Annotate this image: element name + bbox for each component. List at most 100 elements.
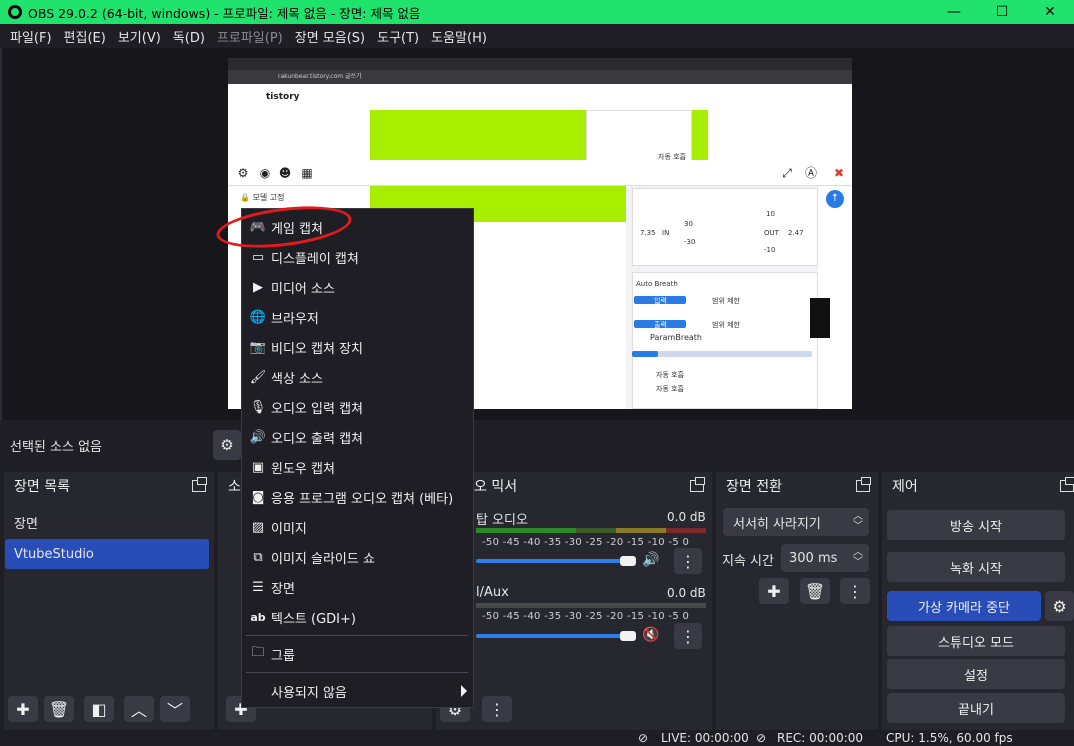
scene-move-down-button[interactable]: ﹀	[160, 696, 190, 722]
preview-site-logo: tistory	[266, 92, 300, 102]
speaker-icon[interactable]: 🔊	[642, 552, 659, 568]
menu-item-video-capture[interactable]: 📷 비디오 캡쳐 장치	[242, 332, 473, 362]
play-icon: ▶	[253, 279, 263, 295]
exit-button[interactable]: 끝내기	[887, 693, 1065, 723]
float-dock-icon[interactable]	[1060, 477, 1074, 492]
kebab-icon: ⋮	[680, 626, 696, 646]
settings-button[interactable]: 설정	[887, 659, 1065, 689]
menu-item-label: 미디어 소스	[271, 281, 335, 297]
add-scene-button[interactable]: ✚	[8, 696, 38, 722]
scene-item[interactable]: 장면	[5, 507, 209, 537]
remove-scene-button[interactable]: 🗑	[44, 696, 74, 722]
scene-filters-button[interactable]: ◧	[84, 696, 114, 722]
start-streaming-button[interactable]: 방송 시작	[887, 510, 1065, 540]
transition-menu-button[interactable]: ⋮	[840, 578, 870, 604]
menu-item-image[interactable]: ▨ 이미지	[242, 512, 473, 542]
menu-scene-collection[interactable]: 장면 모음(S)	[289, 27, 371, 46]
preview-v30: 30	[684, 220, 693, 228]
start-recording-button[interactable]: 녹화 시작	[887, 552, 1065, 582]
preview-translate-icon: Ⓐ	[804, 166, 817, 180]
title-bar: OBS 29.0.2 (64-bit, windows) - 프로파일: 제목 …	[0, 0, 1074, 24]
float-dock-icon[interactable]	[690, 477, 705, 492]
menu-profile[interactable]: 프로파일(P)	[211, 27, 289, 46]
source-properties-button[interactable]: ⚙	[213, 430, 241, 460]
submenu-arrow-icon	[461, 685, 467, 697]
preview-range-limit-2: 범위 제한	[712, 321, 740, 329]
duration-spinbox[interactable]: 300 ms ︿ ﹀	[781, 544, 869, 572]
float-dock-icon[interactable]	[192, 477, 207, 492]
close-window-button[interactable]: ✕	[1026, 0, 1074, 24]
mixer-meter-red	[666, 528, 706, 533]
mixer-volume-knob-aux[interactable]	[620, 631, 636, 641]
mixer-menu-button[interactable]: ⋮	[482, 696, 512, 722]
mixer-volume-knob[interactable]	[620, 556, 636, 566]
menu-item-browser[interactable]: 🌐 브라우저	[242, 302, 473, 332]
mixer-track-name-desktop: 탑 오디오	[476, 513, 528, 528]
scene-item-label: VtubeStudio	[14, 546, 94, 562]
menu-edit[interactable]: 편집(E)	[58, 27, 112, 46]
preview-v-30: -30	[684, 238, 696, 246]
menu-tools[interactable]: 도구(T)	[371, 27, 425, 46]
menu-item-color-source[interactable]: 🖌 색상 소스	[242, 362, 473, 392]
menu-item-window-capture[interactable]: ▣ 윈도우 캡쳐	[242, 452, 473, 482]
start-streaming-label: 방송 시작	[950, 519, 1002, 535]
menu-file[interactable]: 파일(F)	[4, 27, 58, 46]
minimize-button[interactable]: —	[930, 0, 978, 24]
scene-item-selected[interactable]: VtubeStudio	[5, 539, 209, 569]
microphone-icon: 🎙	[249, 399, 267, 415]
menu-item-group[interactable]: 🗀 그룹	[242, 639, 473, 669]
preview-range-label: 자동 호흡	[658, 153, 686, 161]
menu-item-deprecated[interactable]: 사용되지 않음	[242, 676, 473, 706]
preview-gear-icon: ⚙	[237, 166, 249, 180]
rec-icon: ⊘	[756, 731, 767, 745]
menu-help[interactable]: 도움말(H)	[425, 27, 493, 46]
preview-dark-block	[810, 298, 830, 338]
preview-output-label: 출력	[654, 321, 667, 329]
stop-virtual-camera-button[interactable]: 가상 카메라 중단	[887, 591, 1041, 621]
maximize-button[interactable]: ☐	[978, 0, 1026, 24]
live-timer: LIVE: 00:00:00	[661, 731, 749, 745]
remove-transition-button[interactable]: 🗑	[800, 578, 830, 604]
filter-icon: ◧	[91, 699, 107, 719]
duration-label: 지속 시간	[722, 554, 774, 569]
virtual-camera-settings-button[interactable]: ⚙	[1045, 591, 1074, 621]
menu-dock[interactable]: 독(D)	[167, 27, 211, 46]
menu-bar: 파일(F) 편집(E) 보기(V) 독(D) 프로파일(P) 장면 모음(S) …	[0, 24, 1074, 48]
menu-item-text[interactable]: ab 텍스트 (GDI+)	[242, 602, 473, 632]
menu-item-image-slideshow[interactable]: ⧉ 이미지 슬라이드 쇼	[242, 542, 473, 572]
menu-item-label: 비디오 캡쳐 장치	[271, 341, 363, 357]
mixer-volume-slider-desktop[interactable]	[476, 559, 626, 563]
menu-item-audio-output[interactable]: 🔊 오디오 출력 캡쳐	[242, 422, 473, 452]
studio-mode-button[interactable]: 스튜디오 모드	[887, 626, 1065, 656]
menu-item-audio-input[interactable]: 🎙 오디오 입력 캡쳐	[242, 392, 473, 422]
menu-item-scene[interactable]: ☰ 장면	[242, 572, 473, 602]
settings-label: 설정	[964, 668, 988, 684]
mixer-track-db-aux: 0.0 dB	[667, 586, 706, 600]
float-dock-icon[interactable]	[856, 477, 871, 492]
preview-slider-track	[632, 351, 812, 357]
menu-item-app-audio[interactable]: ◙ 응용 프로그램 오디오 캡쳐 (베타)	[242, 482, 473, 512]
menu-item-label: 오디오 출력 캡쳐	[271, 431, 363, 447]
kebab-icon: ⋮	[489, 699, 505, 719]
preview-auto-breath: Auto Breath	[636, 280, 678, 288]
gear-icon: ⚙	[1052, 596, 1067, 616]
cpu-fps: CPU: 1.5%, 60.00 fps	[886, 731, 1013, 745]
speaker-muted-icon[interactable]: 🔇	[642, 627, 659, 643]
menu-item-display-capture[interactable]: ▭ 디스플레이 캡쳐	[242, 242, 473, 272]
menu-view[interactable]: 보기(V)	[112, 27, 167, 46]
chevron-updown-icon: ︿ ﹀	[853, 511, 863, 532]
menu-separator	[246, 635, 468, 636]
transition-select[interactable]: 서서히 사라지기 ︿ ﹀	[723, 508, 869, 536]
trash-icon: 🗑	[804, 581, 826, 601]
preview-address-bar: rakunbear.tistory.com 글쓰기	[228, 70, 852, 84]
transition-select-value: 서서히 사라지기	[733, 516, 821, 532]
mixer-options-button[interactable]: ⋮	[674, 548, 702, 574]
menu-item-game-capture[interactable]: 🎮 게임 캡쳐	[242, 212, 473, 242]
menu-separator	[246, 672, 468, 673]
mixer-volume-slider-aux[interactable]	[476, 634, 626, 638]
mixer-options-button-aux[interactable]: ⋮	[674, 623, 702, 649]
menu-item-media-source[interactable]: ▶ 미디어 소스	[242, 272, 473, 302]
controls-header: 제어	[882, 472, 1074, 500]
add-transition-button[interactable]: ✚	[759, 578, 789, 604]
scene-move-up-button[interactable]: ︿	[124, 696, 154, 722]
